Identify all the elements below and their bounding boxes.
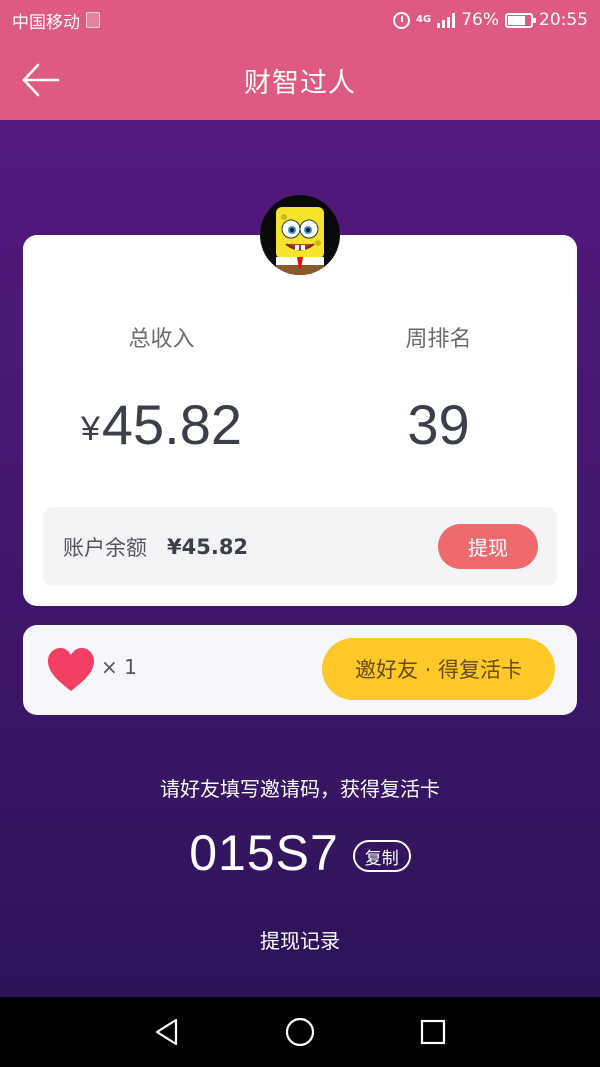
- balance-label: 账户余额: [63, 535, 147, 560]
- app-header: 财智过人: [0, 40, 600, 120]
- status-bar: 中国移动 4G 76% 20:55: [0, 0, 600, 40]
- total-income-stat: 总收入 ¥45.82: [23, 323, 300, 459]
- battery-icon: [505, 12, 536, 28]
- copy-button[interactable]: 复制: [352, 840, 411, 872]
- back-arrow-icon: [22, 63, 60, 97]
- revive-card: × 1 邀好友 · 得复活卡: [23, 625, 577, 715]
- invite-friends-button[interactable]: 邀好友 · 得复活卡: [322, 638, 555, 700]
- invite-code: 015S7: [189, 825, 339, 881]
- total-income-label: 总收入: [128, 327, 195, 352]
- withdraw-button[interactable]: 提现: [438, 524, 538, 569]
- signal-icon: [437, 12, 456, 28]
- circle-home-icon: [285, 1017, 315, 1047]
- nav-home-button[interactable]: [275, 1007, 325, 1057]
- square-recents-icon: [421, 1019, 446, 1045]
- nav-back-button[interactable]: [142, 1007, 192, 1057]
- invite-hint-text: 请好友填写邀请码，获得复活卡: [160, 777, 440, 801]
- battery-percent: 76%: [461, 10, 499, 30]
- income-card: 总收入 ¥45.82 周排名 39 账户余额 ¥45.82 提现: [23, 235, 577, 606]
- network-type: 4G: [416, 14, 432, 25]
- triangle-back-icon: [155, 1018, 177, 1046]
- system-nav-bar: [0, 997, 600, 1067]
- total-income-value-row: ¥45.82: [23, 395, 300, 459]
- status-left: 中国移动: [12, 8, 100, 33]
- heart-icon: [48, 648, 94, 691]
- alarm-icon: [393, 11, 411, 29]
- balance-value: ¥45.82: [167, 534, 249, 559]
- weekly-rank-stat: 周排名 39: [300, 323, 577, 455]
- balance-row: 账户余额 ¥45.82 提现: [43, 507, 557, 586]
- spongebob-avatar-icon: [276, 207, 324, 275]
- weekly-rank-value: 39: [407, 393, 470, 456]
- invite-code-row: 015S7 复制: [0, 820, 600, 886]
- currency-symbol: ¥: [80, 410, 100, 448]
- revive-card-count: × 1: [101, 655, 137, 679]
- back-button[interactable]: [18, 60, 62, 100]
- clock-time: 20:55: [539, 10, 588, 30]
- avatar[interactable]: [260, 195, 340, 275]
- nav-recents-button[interactable]: [408, 1007, 458, 1057]
- main-content: 总收入 ¥45.82 周排名 39 账户余额 ¥45.82 提现 × 1 邀好友…: [0, 120, 600, 997]
- page-title: 财智过人: [244, 67, 356, 99]
- carrier-name: 中国移动: [12, 12, 80, 33]
- withdraw-history-link[interactable]: 提现记录: [0, 925, 600, 954]
- status-right: 4G 76% 20:55: [393, 10, 588, 30]
- weekly-rank-label: 周排名: [405, 327, 472, 352]
- total-income-value: 45.82: [101, 393, 243, 456]
- sim-card-icon: [86, 12, 100, 28]
